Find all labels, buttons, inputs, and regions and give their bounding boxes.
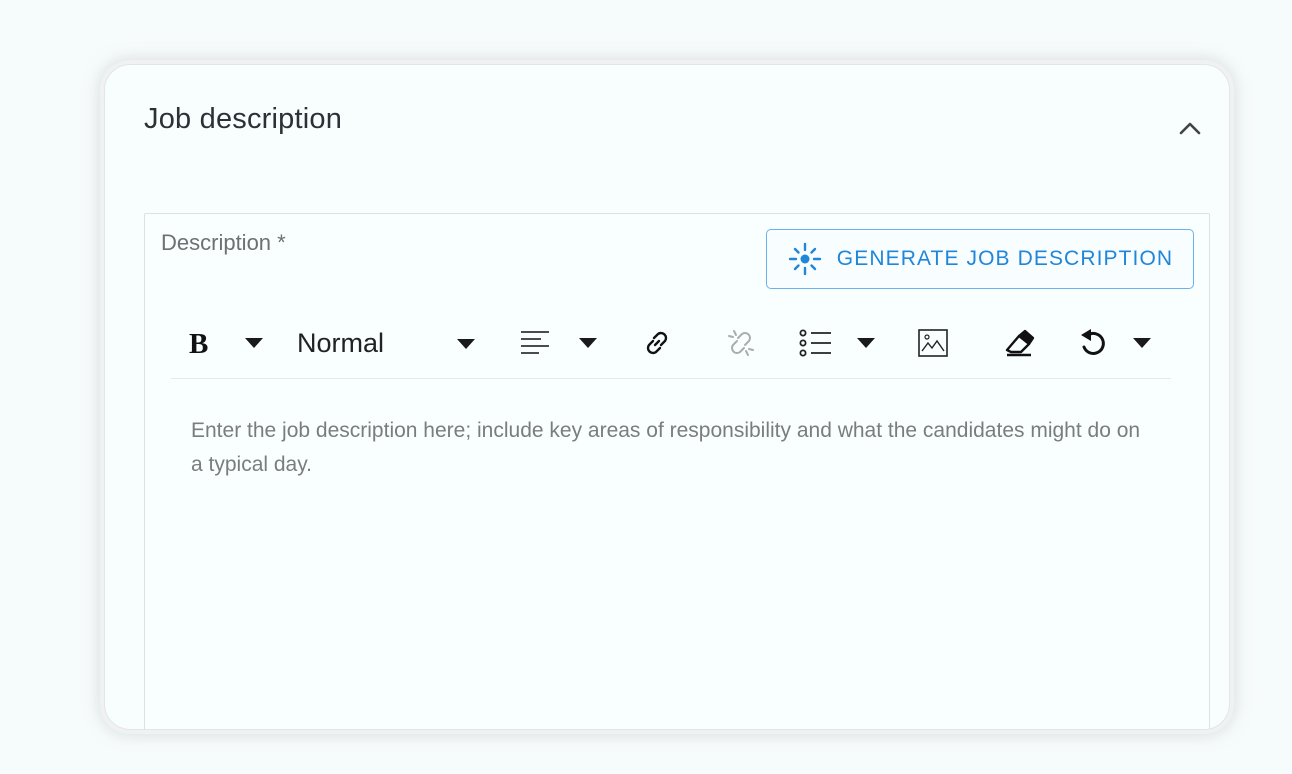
unlink-icon <box>728 330 754 356</box>
list-options-dropdown[interactable] <box>857 308 875 378</box>
bold-options-dropdown[interactable] <box>245 308 263 378</box>
editor-toolbar: B Normal <box>171 308 1171 379</box>
eraser-icon <box>1005 329 1035 357</box>
align-button[interactable] <box>519 308 551 378</box>
section-title: Job description <box>144 103 343 135</box>
caret-down-icon <box>1133 338 1151 348</box>
insert-image-button[interactable] <box>917 308 949 378</box>
svg-text:B: B <box>189 328 208 358</box>
insert-link-button[interactable] <box>641 308 673 378</box>
link-icon <box>646 331 668 355</box>
image-icon <box>918 329 948 357</box>
undo-icon <box>1081 329 1105 355</box>
bold-button[interactable]: B <box>187 308 215 378</box>
heading-select-value: Normal <box>297 327 385 358</box>
collapse-button[interactable] <box>1177 115 1203 141</box>
caret-down-icon <box>457 339 475 349</box>
description-label: Description * <box>161 230 286 255</box>
clear-formatting-button[interactable] <box>1003 308 1035 378</box>
undo-options-dropdown[interactable] <box>1133 308 1151 378</box>
heading-select[interactable]: Normal <box>297 308 487 378</box>
align-left-icon <box>521 331 549 354</box>
description-field: Description * GENERATE JOB DESCRIPTION B… <box>144 213 1210 729</box>
bulleted-list-icon <box>799 329 831 357</box>
editor-placeholder: Enter the job description here; include … <box>191 419 1141 476</box>
caret-down-icon <box>857 338 875 348</box>
generate-button-label: GENERATE JOB DESCRIPTION <box>836 247 1174 270</box>
caret-down-icon <box>579 338 597 348</box>
job-description-card: Job description Description * GENERATE J… <box>104 64 1230 730</box>
remove-link-button[interactable] <box>725 308 757 378</box>
generate-job-description-button[interactable]: GENERATE JOB DESCRIPTION <box>766 229 1194 289</box>
sparkle-icon <box>788 242 821 276</box>
bold-icon: B <box>189 328 208 358</box>
chevron-up-icon <box>1179 122 1201 135</box>
description-editor[interactable]: Enter the job description here; include … <box>191 414 1141 482</box>
undo-button[interactable] <box>1077 308 1109 378</box>
caret-down-icon <box>245 338 263 348</box>
bulleted-list-button[interactable] <box>799 308 833 378</box>
align-options-dropdown[interactable] <box>579 308 597 378</box>
